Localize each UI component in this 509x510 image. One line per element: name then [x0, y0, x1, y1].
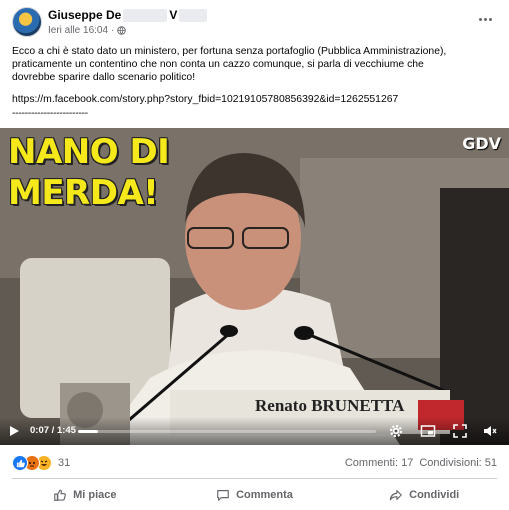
- post-meta: Ieri alle 16:04 ·: [48, 25, 127, 36]
- redacted-block: [123, 8, 168, 22]
- post-body-text: Ecco a chi è stato dato un ministero, pe…: [12, 46, 447, 83]
- comments-count[interactable]: Commenti: 17: [345, 457, 413, 469]
- like-button[interactable]: Mi piace: [0, 483, 170, 507]
- share-button[interactable]: Condividi: [339, 483, 509, 507]
- video-watermark: GDV: [462, 134, 501, 153]
- duration: 1:45: [56, 425, 76, 436]
- play-icon[interactable]: [10, 426, 19, 436]
- picture-in-picture-icon[interactable]: [420, 423, 436, 439]
- comment-icon: [217, 490, 229, 501]
- post-timestamp[interactable]: Ieri alle 16:04: [48, 25, 108, 36]
- shares-count[interactable]: Condivisioni: 51: [419, 457, 497, 469]
- comment-button[interactable]: Commenta: [170, 483, 340, 507]
- fullscreen-icon[interactable]: [452, 423, 468, 439]
- like-label: Mi piace: [73, 489, 117, 501]
- video-time: 0:07 / 1:45: [30, 425, 76, 436]
- video-player[interactable]: NANO DI MERDA! GDV Renato BRUNETTA 0:07 …: [0, 128, 509, 445]
- video-overlay-title: NANO DI MERDA!: [8, 132, 170, 213]
- author-name[interactable]: Giuseppe De V: [48, 8, 208, 22]
- author-last-initial[interactable]: V: [169, 8, 177, 22]
- actions-divider: [12, 478, 497, 479]
- redacted-block: [179, 8, 208, 22]
- engagement-stats: Commenti: 17 Condivisioni: 51: [345, 457, 497, 469]
- reaction-count[interactable]: 31: [58, 457, 70, 469]
- post-dashes: ------------------------: [12, 108, 88, 119]
- post-actions-bar: Mi piace Commenta Condividi: [0, 483, 509, 507]
- video-nameplate: Renato BRUNETTA: [255, 396, 405, 415]
- volume-icon[interactable]: [482, 423, 498, 439]
- like-reaction-icon: [12, 455, 28, 471]
- post-link[interactable]: https://m.facebook.com/story.php?story_f…: [12, 94, 398, 105]
- gear-icon[interactable]: [388, 423, 404, 439]
- thumbs-up-icon: [54, 489, 67, 501]
- video-progress-bar[interactable]: [78, 430, 376, 433]
- author-first-name[interactable]: Giuseppe De: [48, 8, 121, 22]
- time-separator: /: [49, 425, 57, 436]
- progress-fill: [78, 430, 98, 433]
- video-controls: 0:07 / 1:45: [0, 417, 509, 445]
- comment-label: Commenta: [236, 489, 293, 501]
- more-horizontal-icon[interactable]: [475, 12, 495, 26]
- share-icon: [389, 490, 402, 501]
- meta-separator: ·: [111, 25, 115, 36]
- current-time: 0:07: [30, 425, 50, 436]
- reactions-summary[interactable]: 31: [12, 455, 70, 471]
- avatar[interactable]: [12, 7, 42, 37]
- share-label: Condividi: [409, 489, 460, 501]
- post-header: Giuseppe De V Ieri alle 16:04 ·: [0, 0, 509, 44]
- globe-icon: [117, 26, 127, 35]
